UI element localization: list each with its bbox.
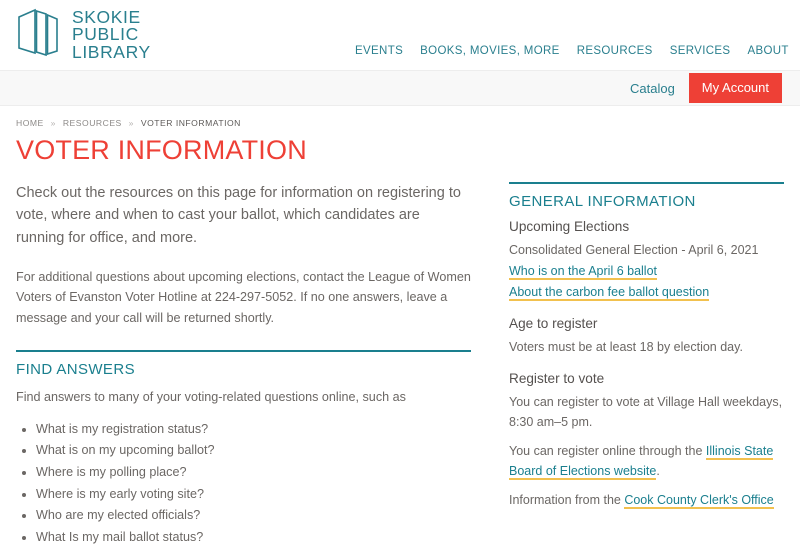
list-item: What is on my upcoming ballot? xyxy=(36,440,471,462)
breadcrumb-item-resources[interactable]: RESOURCES xyxy=(63,118,122,128)
page-lead-paragraph: Check out the resources on this page for… xyxy=(16,184,461,246)
breadcrumb-separator: » xyxy=(128,118,134,128)
book-pages-logo-icon xyxy=(16,8,62,62)
carbon-fee-link-row: About the carbon fee ballot question xyxy=(509,283,784,302)
nav-item-books-movies-more[interactable]: BOOKS, MOVIES, MORE xyxy=(420,45,560,57)
site-header: SKOKIE PUBLIC LIBRARY EVENTS BOOKS, MOVI… xyxy=(0,0,800,70)
april-ballot-link-row: Who is on the April 6 ballot xyxy=(509,262,784,281)
register-to-vote-block: Register to vote You can register to vot… xyxy=(509,371,784,510)
register-to-vote-title: Register to vote xyxy=(509,371,605,387)
register-online-suffix: . xyxy=(656,464,660,479)
primary-navigation: EVENTS BOOKS, MOVIES, MORE RESOURCES SER… xyxy=(355,42,800,59)
find-answers-intro: Find answers to many of your voting-rela… xyxy=(16,390,406,405)
page-content: HOME » RESOURCES » VOTER INFORMATION VOT… xyxy=(0,106,800,549)
breadcrumb-separator: » xyxy=(50,118,56,128)
page-title: VOTER INFORMATION xyxy=(16,135,307,165)
cook-county-clerk-link[interactable]: Cook County Clerk's Office xyxy=(624,493,774,510)
list-item: What Is my mail ballot status? xyxy=(36,527,471,549)
upcoming-election-text: Consolidated General Election - April 6,… xyxy=(509,242,759,257)
upcoming-elections-title: Upcoming Elections xyxy=(509,218,630,234)
main-column: Check out the resources on this page for… xyxy=(16,182,471,549)
carbon-fee-question-link[interactable]: About the carbon fee ballot question xyxy=(509,285,710,302)
sidebar-divider xyxy=(509,181,784,184)
nav-item-events[interactable]: EVENTS xyxy=(355,45,403,57)
nav-item-services[interactable]: SERVICES xyxy=(670,45,731,57)
breadcrumb: HOME » RESOURCES » VOTER INFORMATION xyxy=(16,118,784,128)
my-account-button[interactable]: My Account xyxy=(688,73,782,103)
sidebar-column: GENERAL INFORMATION Upcoming Elections C… xyxy=(509,181,784,525)
upcoming-elections-block: Upcoming Elections Consolidated General … xyxy=(509,219,784,303)
utility-bar: Catalog My Account xyxy=(0,70,800,106)
register-online-text: You can register online through the Illi… xyxy=(509,441,784,481)
nav-item-about[interactable]: ABOUT xyxy=(747,45,788,57)
list-item: Where is my early voting site? xyxy=(36,484,471,506)
breadcrumb-item-home[interactable]: HOME xyxy=(16,118,44,128)
list-item: What is my registration status? xyxy=(36,419,471,441)
page-contact-paragraph: For additional questions about upcoming … xyxy=(16,270,471,325)
sidebar-heading: GENERAL INFORMATION xyxy=(509,192,696,210)
who-is-on-ballot-link[interactable]: Who is on the April 6 ballot xyxy=(509,263,657,280)
age-to-register-title: Age to register xyxy=(509,316,598,332)
site-logo-link[interactable]: SKOKIE PUBLIC LIBRARY xyxy=(16,8,151,62)
find-answers-heading: FIND ANSWERS xyxy=(16,361,135,379)
county-clerk-text: Information from the Cook County Clerk's… xyxy=(509,490,784,510)
section-divider xyxy=(16,350,471,353)
catalog-link[interactable]: Catalog xyxy=(630,81,675,96)
nav-item-resources[interactable]: RESOURCES xyxy=(577,45,653,57)
age-to-register-block: Age to register Voters must be at least … xyxy=(509,316,784,357)
list-item: Where is my polling place? xyxy=(36,462,471,484)
find-answers-list: What is my registration status? What is … xyxy=(16,419,471,549)
content-columns: Check out the resources on this page for… xyxy=(16,181,784,549)
list-item: Who are my elected officials? xyxy=(36,505,471,527)
county-clerk-prefix: Information from the xyxy=(509,493,625,508)
age-to-register-text: Voters must be at least 18 by election d… xyxy=(509,340,743,355)
register-village-hall-text: You can register to vote at Village Hall… xyxy=(509,395,783,430)
breadcrumb-item-current: VOTER INFORMATION xyxy=(140,118,241,128)
site-logo-text: SKOKIE PUBLIC LIBRARY xyxy=(72,6,151,62)
register-online-prefix: You can register online through the xyxy=(509,444,706,459)
